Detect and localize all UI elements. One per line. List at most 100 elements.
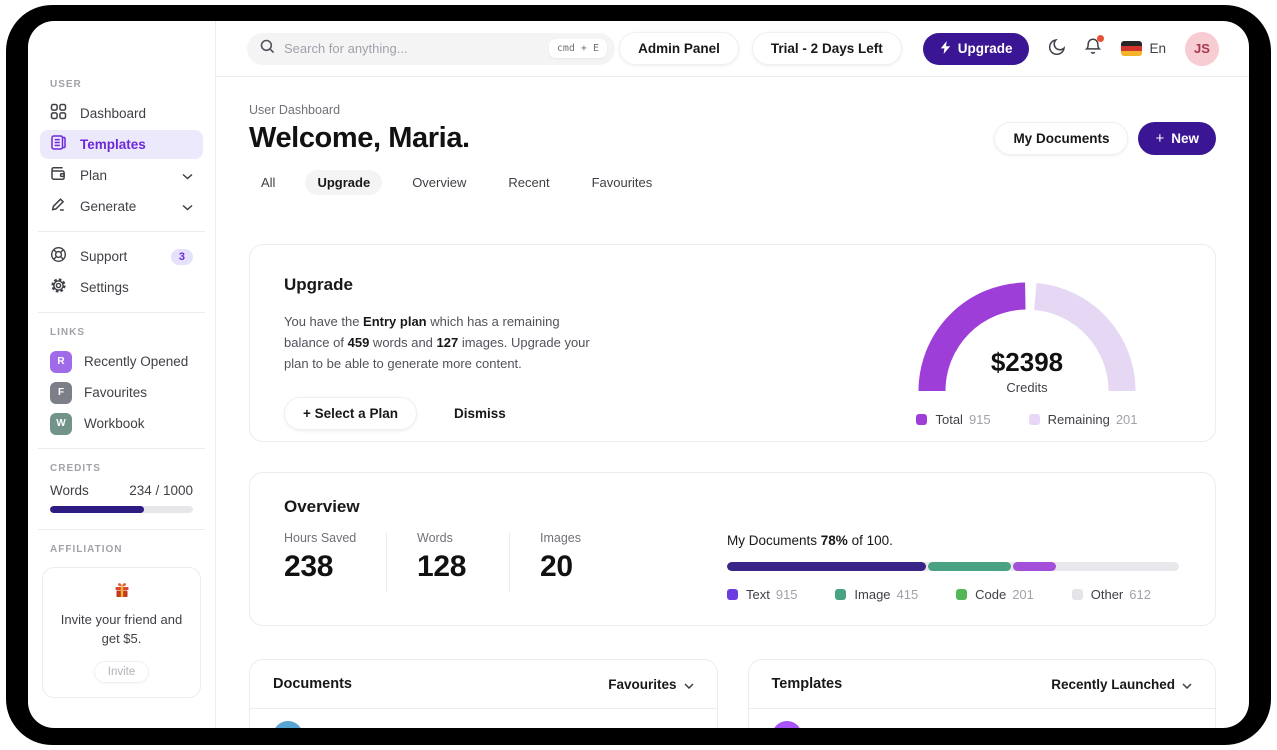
tab-all[interactable]: All: [249, 170, 287, 195]
stat-divider: [386, 533, 387, 592]
legend-swatch: [727, 589, 738, 600]
invite-button[interactable]: Invite: [93, 660, 150, 683]
credits-value: 234 / 1000: [129, 483, 193, 498]
tab-overview[interactable]: Overview: [400, 170, 478, 195]
legend-item-text: Text 915: [727, 587, 798, 602]
chevron-down-icon: [182, 198, 193, 216]
sidebar-item-label: Dashboard: [80, 106, 147, 121]
search-icon: [260, 39, 275, 59]
link-initial-badge: W: [50, 412, 72, 435]
plus-icon: +: [303, 406, 311, 422]
upgrade-card-title: Upgrade: [284, 275, 353, 294]
sidebar-divider: [38, 529, 205, 530]
sidebar-item-plan[interactable]: Plan: [40, 161, 203, 190]
sidebar-item-dashboard[interactable]: Dashboard: [40, 99, 203, 128]
pencil-icon: [50, 196, 67, 218]
plus-icon: +: [1155, 130, 1165, 147]
sidebar: USER Dashboard Templates Plan Generate S…: [28, 21, 216, 728]
sidebar-section-links: LINKS: [50, 327, 85, 338]
legend-item-other: Other 612: [1071, 587, 1151, 602]
sidebar-section-affiliation: AFFILIATION: [50, 544, 123, 555]
legend-swatch: [1028, 414, 1040, 425]
sidebar-link-label: Workbook: [84, 416, 145, 431]
usage-block: My Documents 78% of 100. Text 915 Image 41…: [727, 531, 1179, 602]
usage-bar-segment-image: [927, 562, 1012, 571]
documents-card-title: Documents: [273, 676, 352, 692]
grid-icon: [50, 103, 67, 125]
templates-filter-dropdown[interactable]: Recently Launched: [1051, 677, 1192, 692]
tab-recent[interactable]: Recent: [496, 170, 561, 195]
template-list-item[interactable]: Blog Post Title in Workbook: [749, 709, 1216, 728]
tab-upgrade[interactable]: Upgrade: [305, 170, 383, 195]
upgrade-button-label: Upgrade: [957, 41, 1013, 56]
search-input[interactable]: [284, 41, 549, 56]
templates-card: Templates Recently Launched Blog Post Ti…: [747, 659, 1216, 728]
gift-icon: [113, 583, 131, 603]
stat-divider: [509, 533, 510, 592]
sidebar-item-label: Plan: [80, 168, 108, 183]
language-selector[interactable]: En: [1121, 41, 1166, 56]
usage-legend: Text 915 Image 415 Code 201 Other 612: [727, 587, 1179, 602]
sidebar-link-workbook[interactable]: W Workbook: [40, 409, 203, 438]
template-avatar: [771, 721, 802, 728]
notifications-button[interactable]: [1084, 34, 1105, 61]
sidebar-link-label: Recently Opened: [84, 354, 189, 369]
device-frame: USER Dashboard Templates Plan Generate S…: [6, 5, 1271, 745]
main-content: User Dashboard Welcome, Maria. My Docume…: [216, 77, 1249, 728]
breadcrumb: User Dashboard: [249, 103, 341, 117]
affiliation-text: Invite your friend and get $5.: [60, 612, 183, 646]
wallet-icon: [50, 165, 67, 187]
upgrade-card-body: You have the Entry plan which has a rema…: [284, 314, 590, 372]
support-badge: 3: [170, 248, 193, 265]
overview-card-title: Overview: [284, 497, 360, 516]
lifebuoy-icon: [50, 246, 67, 268]
sidebar-item-support[interactable]: Support 3: [40, 242, 203, 271]
sidebar-item-label: Settings: [80, 280, 129, 295]
affiliation-card: Invite your friend and get $5. Invite: [42, 567, 201, 698]
admin-panel-button[interactable]: Admin Panel: [619, 32, 739, 65]
dismiss-button[interactable]: Dismiss: [454, 406, 506, 421]
credits-progress-fill: [50, 506, 145, 513]
tab-favourites[interactable]: Favourites: [580, 170, 665, 195]
select-plan-button[interactable]: + Select a Plan: [284, 397, 417, 431]
sidebar-link-recently-opened[interactable]: R Recently Opened: [40, 347, 203, 376]
chevron-down-icon: [683, 677, 694, 692]
sidebar-divider: [38, 231, 205, 232]
usage-bar: [727, 562, 1179, 571]
sidebar-item-settings[interactable]: Settings: [40, 273, 203, 302]
sidebar-item-label: Support: [80, 249, 128, 264]
app-window: USER Dashboard Templates Plan Generate S…: [28, 21, 1249, 728]
user-avatar[interactable]: JS: [1185, 31, 1219, 66]
notification-dot: [1097, 34, 1105, 42]
legend-item-code: Code 201: [956, 587, 1034, 602]
legend-item-image: Image 415: [835, 587, 918, 602]
sidebar-item-generate[interactable]: Generate: [40, 192, 203, 221]
sidebar-link-favourites[interactable]: F Favourites: [40, 378, 203, 407]
legend-item-remaining: Remaining 201: [1028, 412, 1138, 427]
upgrade-button[interactable]: Upgrade: [922, 32, 1030, 65]
legend-swatch: [835, 589, 847, 600]
overview-stats: Hours Saved 238 Words 128 Images 20: [284, 531, 628, 602]
new-button-label: New: [1171, 131, 1199, 146]
sidebar-item-templates[interactable]: Templates: [40, 130, 203, 159]
new-button[interactable]: + New: [1138, 122, 1216, 155]
stat-images: Images 20: [540, 531, 581, 583]
sidebar-item-label: Templates: [80, 137, 146, 152]
link-initial-badge: R: [50, 350, 72, 373]
language-label: En: [1149, 41, 1166, 56]
legend-swatch: [916, 414, 928, 425]
my-documents-button[interactable]: My Documents: [994, 122, 1129, 155]
document-list-item[interactable]: Untitled Document in Workbook: [250, 709, 717, 728]
trial-button[interactable]: Trial - 2 Days Left: [751, 32, 902, 65]
usage-text: My Documents 78% of 100.: [727, 533, 893, 548]
dark-mode-toggle[interactable]: [1048, 37, 1067, 61]
sidebar-section-user: USER: [50, 79, 82, 90]
documents-filter-dropdown[interactable]: Favourites: [608, 677, 694, 692]
usage-bar-segment-text: [727, 562, 926, 571]
templates-icon: [50, 134, 67, 156]
bolt-icon: [940, 40, 951, 57]
credits-gauge: $2398 Credits Total 915 Remaining 201: [907, 275, 1147, 441]
search-shortcut: cmd + E: [548, 39, 607, 58]
link-initial-badge: F: [50, 381, 72, 404]
search-bar[interactable]: cmd + E: [247, 32, 615, 65]
